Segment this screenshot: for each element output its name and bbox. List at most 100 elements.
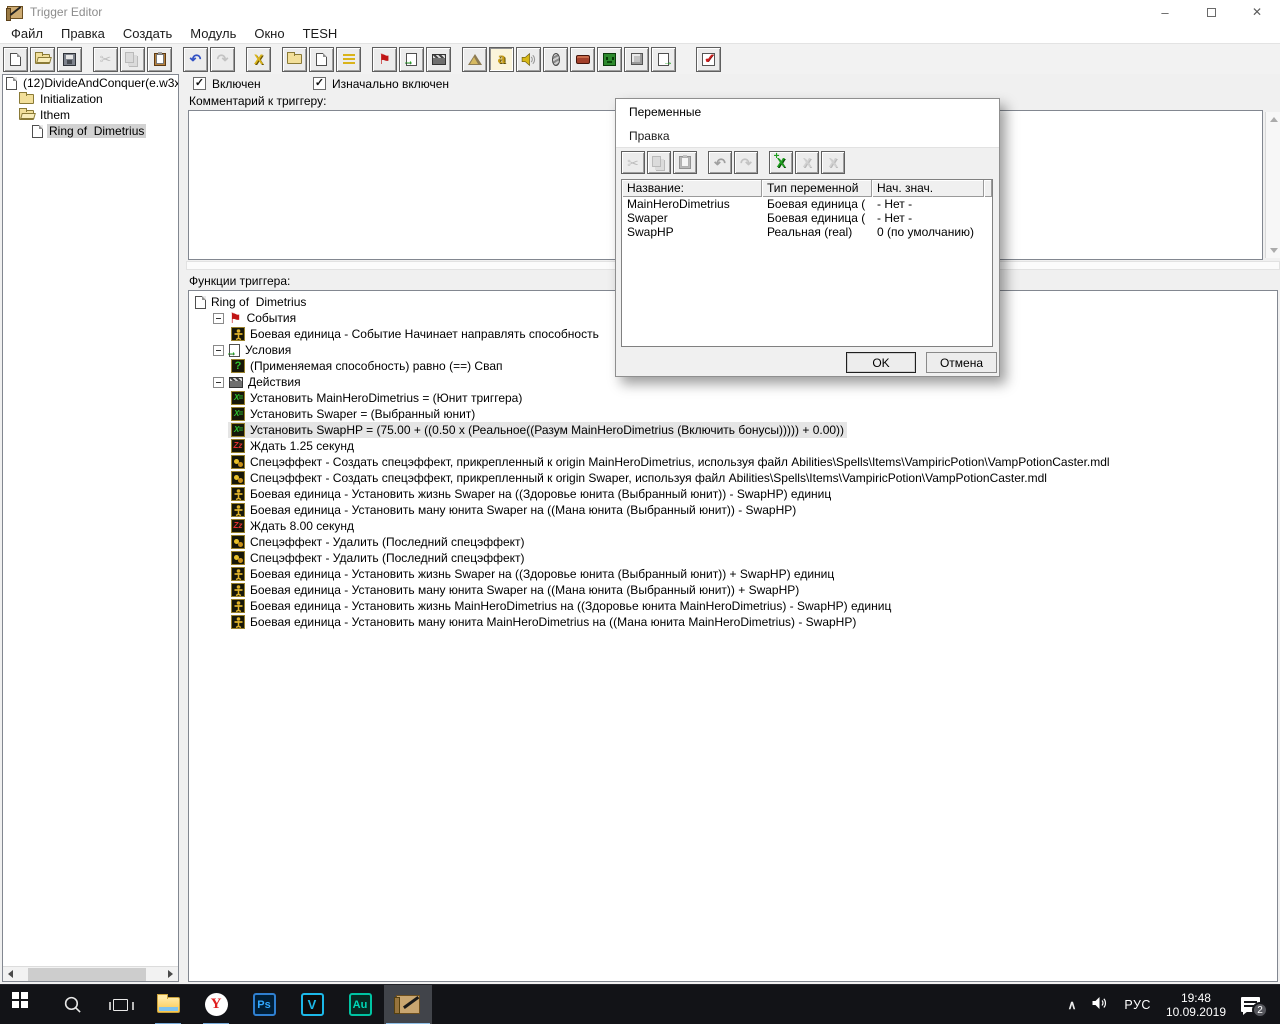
function-row[interactable]: Спецэффект - Создать спецэффект, прикреп…	[189, 454, 1277, 470]
ai-editor-button[interactable]	[597, 46, 622, 72]
function-row[interactable]: Ждать 1.25 секунд	[189, 438, 1277, 454]
variable-row[interactable]: MainHeroDimetrius Боевая единица (- Нет -	[622, 197, 992, 211]
scroll-left-icon[interactable]	[3, 967, 18, 982]
file-explorer-app[interactable]	[144, 985, 192, 1024]
function-row[interactable]: Спецэффект - Удалить (Последний спецэффе…	[189, 534, 1277, 550]
save-map-button[interactable]	[57, 46, 82, 72]
language-indicator[interactable]: РУС	[1124, 998, 1151, 1012]
paste-button[interactable]	[147, 46, 172, 72]
minimize-button[interactable]	[1142, 0, 1188, 24]
scrollbar-thumb[interactable]	[28, 967, 146, 981]
vegas-app[interactable]: V	[288, 985, 336, 1024]
menubar-item[interactable]: Окно	[245, 26, 293, 41]
import-manager-button[interactable]	[651, 46, 676, 72]
undo-button[interactable]	[183, 46, 208, 72]
function-row[interactable]: Установить Swaper = (Выбранный юнит)	[189, 406, 1277, 422]
search-button[interactable]	[48, 985, 96, 1024]
photoshop-app[interactable]: Ps	[240, 985, 288, 1024]
cut-button[interactable]	[93, 46, 118, 72]
rename-variable-button[interactable]	[795, 151, 819, 174]
tree-item[interactable]: Ithem	[3, 107, 178, 123]
variable-row[interactable]: SwapHP Реальная (real) 0 (по умолчанию)	[622, 225, 992, 239]
tree-item[interactable]: (12)DivideAndConquer(e.w3x	[3, 75, 178, 91]
function-row[interactable]: Боевая единица - Установить ману юнита S…	[189, 582, 1277, 598]
open-map-button[interactable]	[30, 46, 55, 72]
tree-item[interactable]: Initialization	[3, 91, 178, 107]
object-editor-button[interactable]	[543, 46, 568, 72]
new-trigger-button[interactable]	[309, 46, 334, 72]
cancel-button[interactable]: Отмена	[926, 352, 997, 373]
scroll-right-icon[interactable]	[163, 967, 178, 982]
tree-item-label: (12)DivideAndConquer(e.w3x	[23, 76, 178, 90]
initially-on-checkbox[interactable]	[313, 77, 326, 90]
function-row[interactable]: Боевая единица - Установить жизнь Swaper…	[189, 566, 1277, 582]
tree-item[interactable]: Ring of Dimetrius	[3, 123, 178, 139]
new-category-button[interactable]	[282, 46, 307, 72]
function-label: Установить SwapHP = (75.00 + ((0.50 x (Р…	[250, 423, 845, 437]
scroll-down-icon[interactable]	[1266, 243, 1280, 258]
new-document-button[interactable]	[3, 46, 28, 72]
redo-button[interactable]	[734, 151, 758, 174]
menubar-item[interactable]: Правка	[52, 26, 114, 41]
collapse-toggle-icon[interactable]	[213, 376, 224, 388]
dialog-menubar-item[interactable]: Правка	[622, 129, 677, 143]
tray-chevron-icon[interactable]	[1068, 998, 1077, 1012]
trigger-editor-button[interactable]	[489, 46, 514, 72]
function-row[interactable]: Боевая единица - Установить ману юнита M…	[189, 614, 1277, 630]
menubar-item[interactable]: TESH	[294, 26, 347, 41]
column-header[interactable]: Тип переменной	[762, 180, 872, 197]
delete-x-button[interactable]	[246, 46, 271, 72]
function-row[interactable]: Установить SwapHP = (75.00 + ((0.50 x (Р…	[189, 422, 1277, 438]
copy-button[interactable]	[120, 46, 145, 72]
function-row[interactable]: Спецэффект - Удалить (Последний спецэффе…	[189, 550, 1277, 566]
yandex-browser-app[interactable]: Y	[192, 985, 240, 1024]
undo-button[interactable]	[708, 151, 732, 174]
function-label: Условия	[245, 343, 292, 357]
new-event-button[interactable]	[372, 46, 397, 72]
column-header[interactable]: Название:	[622, 180, 762, 197]
new-action-button[interactable]	[426, 46, 451, 72]
redo-icon	[217, 52, 229, 66]
function-row[interactable]: Установить MainHeroDimetrius = (Юнит три…	[189, 390, 1277, 406]
task-view-button[interactable]	[96, 985, 144, 1024]
new-comment-button[interactable]	[336, 46, 361, 72]
world-editor-app[interactable]	[384, 984, 432, 1024]
cut-button[interactable]	[621, 151, 645, 174]
new-condition-button[interactable]	[399, 46, 424, 72]
collapse-toggle-icon[interactable]	[213, 344, 224, 356]
trigger-tree-panel: (12)DivideAndConquer(e.w3x Initialization…	[2, 74, 179, 982]
notifications-icon[interactable]: 2	[1241, 997, 1268, 1018]
object-manager-button[interactable]	[624, 46, 649, 72]
check-list-button[interactable]	[696, 46, 721, 72]
delete-variable-button[interactable]	[821, 151, 845, 174]
comment-scrollbar[interactable]	[1265, 112, 1280, 258]
column-header[interactable]: Нач. знач.	[872, 180, 984, 197]
copy-button[interactable]	[647, 151, 671, 174]
menubar-item[interactable]: Создать	[114, 26, 181, 41]
enabled-checkbox[interactable]	[193, 77, 206, 90]
function-row[interactable]: Боевая единица - Установить ману юнита S…	[189, 502, 1277, 518]
menubar-item[interactable]: Файл	[2, 26, 52, 41]
function-row[interactable]: Ждать 8.00 секунд	[189, 518, 1277, 534]
terrain-editor-button[interactable]	[462, 46, 487, 72]
sound-editor-button[interactable]	[516, 46, 541, 72]
tree-horizontal-scrollbar[interactable]	[3, 966, 178, 981]
scroll-up-icon[interactable]	[1266, 112, 1280, 127]
start-button[interactable]	[0, 985, 48, 1024]
function-row[interactable]: Спецэффект - Создать спецэффект, прикреп…	[189, 470, 1277, 486]
clock[interactable]: 19:48 10.09.2019	[1166, 991, 1226, 1019]
function-row[interactable]: Боевая единица - Установить жизнь Swaper…	[189, 486, 1277, 502]
paste-button[interactable]	[673, 151, 697, 174]
collapse-toggle-icon[interactable]	[213, 312, 224, 324]
redo-button[interactable]	[210, 46, 235, 72]
restore-button[interactable]	[1188, 0, 1234, 24]
campaign-editor-button[interactable]	[570, 46, 595, 72]
menubar-item[interactable]: Модуль	[181, 26, 245, 41]
volume-icon[interactable]	[1091, 996, 1109, 1013]
audition-app[interactable]: Au	[336, 985, 384, 1024]
variable-row[interactable]: Swaper Боевая единица (- Нет -	[622, 211, 992, 225]
function-row[interactable]: Боевая единица - Установить жизнь MainHe…	[189, 598, 1277, 614]
close-button[interactable]	[1234, 0, 1280, 24]
ok-button[interactable]: OK	[846, 352, 916, 373]
new-variable-button[interactable]	[769, 151, 793, 174]
